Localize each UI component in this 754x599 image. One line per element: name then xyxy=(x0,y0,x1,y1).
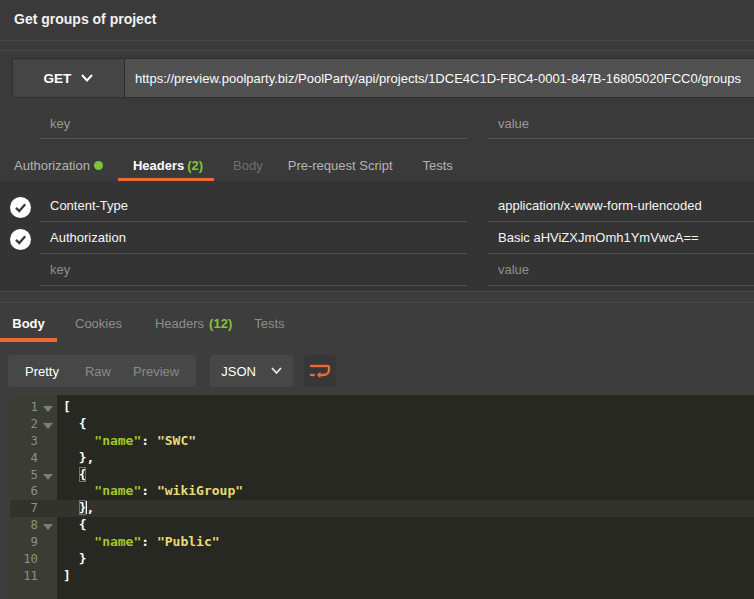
wrap-text-icon xyxy=(308,360,332,382)
code-line: { xyxy=(57,467,754,484)
code-line: }, xyxy=(57,450,754,467)
gutter-line: 11 xyxy=(10,568,57,585)
line-number: 11 xyxy=(23,568,38,585)
format-select[interactable]: JSON xyxy=(210,355,293,387)
gutter-line: 4 xyxy=(10,450,57,467)
response-toolbar: Pretty Raw Preview JSON xyxy=(8,355,336,387)
fold-toggle-icon[interactable] xyxy=(43,423,53,429)
code-line: ] xyxy=(57,568,754,585)
response-tab-headers[interactable]: Headers (12) xyxy=(155,303,232,344)
chevron-down-icon xyxy=(81,74,93,82)
header-key-field[interactable]: Authorization xyxy=(40,222,467,254)
chevron-down-icon xyxy=(271,367,282,375)
url-bar: GET https://preview.poolparty.biz/PoolPa… xyxy=(12,58,754,98)
response-tab-cookies[interactable]: Cookies xyxy=(75,303,122,344)
line-number: 3 xyxy=(31,433,38,450)
section-divider xyxy=(0,291,754,303)
gutter-line: 8 xyxy=(10,517,57,534)
checkbox-checked-icon[interactable] xyxy=(10,197,31,222)
header-value-field[interactable]: application/x-www-form-urlencoded xyxy=(488,190,754,222)
header-key-field[interactable]: Content-Type xyxy=(40,190,467,222)
title-divider-band xyxy=(0,41,754,51)
method-label: GET xyxy=(44,71,72,86)
view-preview-button[interactable]: Preview xyxy=(120,364,196,379)
gutter-line: 5 xyxy=(10,467,57,484)
tab-body[interactable]: Body xyxy=(233,158,263,173)
header-row-empty: key value xyxy=(0,254,754,286)
headers-count: (2) xyxy=(187,158,203,173)
gutter-line: 3 xyxy=(10,433,57,450)
fold-toggle-icon[interactable] xyxy=(43,406,53,412)
gutter-line: 9 xyxy=(10,534,57,551)
tab-authorization[interactable]: Authorization xyxy=(14,158,103,173)
editor-gutter: 1234567891011 xyxy=(10,395,57,599)
line-number: 5 xyxy=(31,467,38,484)
request-tabs: Authorization Headers (2) Body Pre-reque… xyxy=(0,150,754,181)
response-body-editor[interactable]: 1234567891011 [ { "name": "SWC" }, { "na… xyxy=(10,395,754,599)
tab-headers[interactable]: Headers (2) xyxy=(133,158,203,173)
line-number: 7 xyxy=(31,500,38,517)
view-raw-button[interactable]: Raw xyxy=(76,364,120,379)
code-line: { xyxy=(57,517,754,534)
request-title: Get groups of project xyxy=(14,11,156,27)
header-value-input[interactable]: value xyxy=(488,254,754,286)
line-number: 2 xyxy=(31,416,38,433)
line-number: 8 xyxy=(31,517,38,534)
request-title-bar: Get groups of project xyxy=(0,0,754,41)
code-line: [ xyxy=(57,399,754,416)
header-row: Content-Type application/x-www-form-urlen… xyxy=(0,190,754,222)
fold-toggle-icon[interactable] xyxy=(43,524,53,530)
gutter-line: 2 xyxy=(10,416,57,433)
header-value-field[interactable]: Basic aHViZXJmOmh1YmVwcA== xyxy=(488,222,754,254)
code-line: }, xyxy=(57,500,754,517)
wrap-text-button[interactable] xyxy=(304,355,336,387)
header-key-input[interactable]: key xyxy=(40,254,467,286)
code-line: } xyxy=(57,551,754,568)
response-tabs: Body Cookies Headers (12) Tests xyxy=(0,303,754,344)
checkbox-checked-icon[interactable] xyxy=(10,229,31,254)
code-line: "name": "Public" xyxy=(57,534,754,551)
line-number: 4 xyxy=(31,450,38,467)
view-pretty-button[interactable]: Pretty xyxy=(8,364,76,379)
response-headers-count: (12) xyxy=(209,316,232,331)
url-input[interactable]: https://preview.poolparty.biz/PoolParty/… xyxy=(125,59,754,97)
gutter-line: 6 xyxy=(10,483,57,500)
param-value-input[interactable]: value xyxy=(488,108,754,139)
param-key-input[interactable]: key xyxy=(40,108,467,139)
line-number: 9 xyxy=(31,534,38,551)
gutter-line: 7 xyxy=(10,500,57,517)
view-mode-group: Pretty Raw Preview xyxy=(8,355,196,387)
fold-toggle-icon[interactable] xyxy=(43,474,53,480)
method-select[interactable]: GET xyxy=(13,59,125,97)
line-number: 6 xyxy=(31,483,38,500)
line-number: 1 xyxy=(31,399,38,416)
editor-code: [ { "name": "SWC" }, { "name": "wikiGrou… xyxy=(57,395,754,599)
code-line: { xyxy=(57,416,754,433)
tab-pre-request-script[interactable]: Pre-request Script xyxy=(288,158,393,173)
header-row: Authorization Basic aHViZXJmOmh1YmVwcA== xyxy=(0,222,754,254)
headers-editor-panel: Content-Type application/x-www-form-urlen… xyxy=(0,181,754,291)
response-section: Body Cookies Headers (12) Tests Pretty R… xyxy=(0,303,754,599)
url-text: https://preview.poolparty.biz/PoolParty/… xyxy=(135,71,741,86)
gutter-line: 10 xyxy=(10,551,57,568)
gutter-line: 1 xyxy=(10,399,57,416)
code-line: "name": "wikiGroup" xyxy=(57,483,754,500)
line-number: 10 xyxy=(23,551,38,568)
tab-tests[interactable]: Tests xyxy=(423,158,453,173)
response-tab-tests[interactable]: Tests xyxy=(254,303,284,344)
authorization-status-dot xyxy=(94,161,103,170)
response-tab-body[interactable]: Body xyxy=(0,303,57,344)
code-line: "name": "SWC" xyxy=(57,433,754,450)
